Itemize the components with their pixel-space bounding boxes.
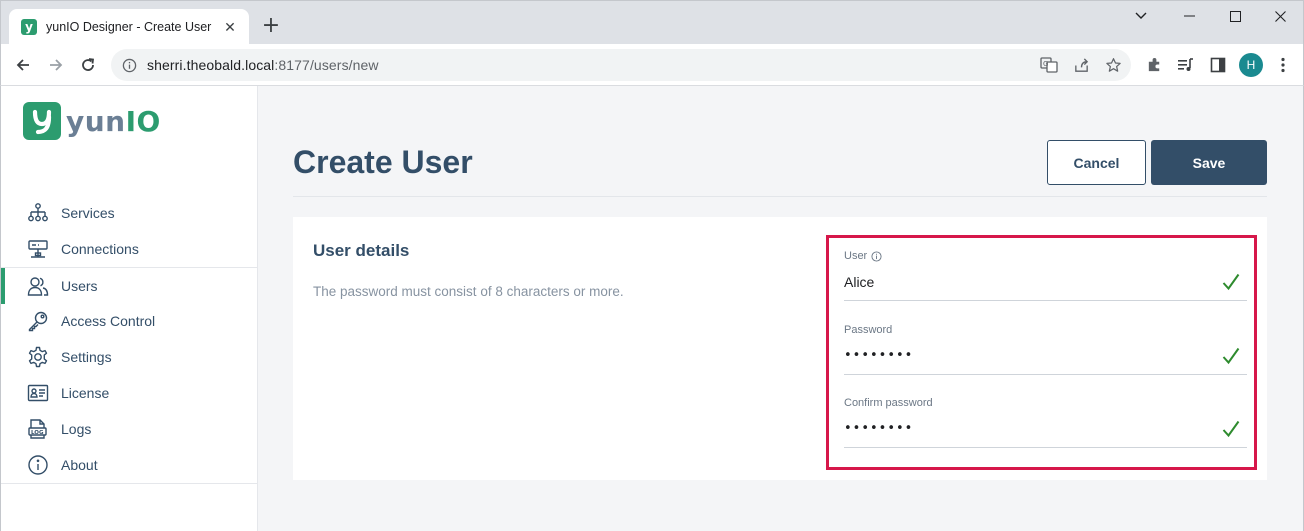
password-field[interactable]: Password •••••••• xyxy=(844,324,1247,375)
sidebar-item-label: Logs xyxy=(61,421,92,437)
password-input-underline xyxy=(844,374,1247,375)
info-icon[interactable] xyxy=(871,250,882,262)
main-content: Create User Cancel Save User details The… xyxy=(258,86,1304,531)
arrow-left-icon xyxy=(16,59,29,71)
confirm-password-field-label: Confirm password xyxy=(844,397,933,409)
new-tab-button[interactable]: + xyxy=(259,13,283,38)
minimize-button[interactable] xyxy=(1166,1,1212,31)
sidebar-item-logs[interactable]: LOG Logs xyxy=(1,411,258,447)
forward-button[interactable] xyxy=(42,51,70,79)
confirm-password-input[interactable]: •••••••• xyxy=(844,421,1247,439)
svg-text:LOG: LOG xyxy=(31,430,44,436)
sidebar-item-settings[interactable]: Settings xyxy=(1,339,258,375)
url-host: sherri.theobald.local xyxy=(147,57,275,73)
title-divider xyxy=(293,196,1267,197)
sidebar: yunIO Services Connections Users Access … xyxy=(0,86,258,531)
sidebar-item-label: License xyxy=(61,385,110,401)
media-controls-icon[interactable] xyxy=(1176,55,1196,75)
users-icon xyxy=(27,275,49,297)
user-field-label: User xyxy=(844,250,1247,262)
arrow-right-icon xyxy=(50,59,63,71)
user-details-card: User details The password must consist o… xyxy=(293,217,1267,480)
sidebar-item-connections[interactable]: Connections xyxy=(1,231,258,267)
chevron-down-icon xyxy=(1135,12,1147,19)
translate-icon[interactable]: G xyxy=(1039,55,1059,75)
yunio-logo-mark-icon xyxy=(23,102,61,140)
gear-icon xyxy=(27,346,49,368)
save-button[interactable]: Save xyxy=(1151,140,1267,185)
svg-text:G: G xyxy=(1043,60,1048,68)
address-bar[interactable]: sherri.theobald.local:8177/users/new G xyxy=(111,49,1131,81)
sidebar-item-users[interactable]: Users xyxy=(1,267,258,304)
extensions-puzzle-icon[interactable] xyxy=(1144,55,1164,75)
confirm-password-field[interactable]: Confirm password •••••••• xyxy=(844,397,1247,448)
sidebar-item-license[interactable]: License xyxy=(1,375,258,411)
tab-close-icon[interactable]: ✕ xyxy=(221,18,239,36)
connections-icon xyxy=(27,238,49,260)
sidebar-item-about[interactable]: About xyxy=(1,447,258,483)
license-icon xyxy=(27,382,49,404)
info-icon xyxy=(27,454,49,476)
key-icon xyxy=(27,310,49,332)
user-field[interactable]: User Alice xyxy=(844,250,1247,301)
sidebar-divider xyxy=(1,483,258,484)
sidebar-item-label: Services xyxy=(61,205,115,221)
sidebar-item-services[interactable]: Services xyxy=(1,195,258,231)
close-icon xyxy=(1274,10,1286,22)
page-title: Create User xyxy=(293,144,473,180)
profile-avatar[interactable]: H xyxy=(1239,53,1263,77)
checkmark-icon xyxy=(1222,273,1240,291)
url-text: sherri.theobald.local:8177/users/new xyxy=(147,57,379,73)
browser-menu-icon[interactable] xyxy=(1273,55,1293,75)
user-input[interactable]: Alice xyxy=(844,274,1247,292)
user-input-underline xyxy=(844,300,1247,301)
services-icon xyxy=(27,202,49,224)
tab-title: yunIO Designer - Create User xyxy=(46,20,212,34)
confirm-password-input-underline xyxy=(844,447,1247,448)
card-heading: User details xyxy=(313,241,410,260)
yunio-favicon-icon: y xyxy=(21,19,37,35)
side-panel-icon[interactable] xyxy=(1208,55,1228,75)
sidebar-item-access-control[interactable]: Access Control xyxy=(1,303,258,339)
back-button[interactable] xyxy=(9,51,37,79)
tab-search-button[interactable] xyxy=(1118,1,1164,31)
maximize-button[interactable] xyxy=(1212,1,1258,31)
logs-icon: LOG xyxy=(27,418,49,440)
logo-text-b: IO xyxy=(125,104,161,138)
card-description: The password must consist of 8 character… xyxy=(313,284,624,299)
reload-icon xyxy=(82,58,95,71)
sidebar-item-label: Access Control xyxy=(61,313,156,329)
share-icon[interactable] xyxy=(1071,55,1091,75)
minimize-icon xyxy=(1183,15,1195,17)
checkmark-icon xyxy=(1222,420,1240,438)
bookmark-star-icon[interactable] xyxy=(1103,55,1123,75)
reload-button[interactable] xyxy=(74,51,102,79)
browser-toolbar: sherri.theobald.local:8177/users/new G H xyxy=(0,44,1304,86)
sidebar-item-label: About xyxy=(61,457,98,473)
close-window-button[interactable] xyxy=(1257,1,1303,31)
browser-tab[interactable]: y yunIO Designer - Create User ✕ xyxy=(9,9,249,45)
checkmark-icon xyxy=(1222,347,1240,365)
cancel-button[interactable]: Cancel xyxy=(1047,140,1146,185)
sidebar-item-label: Connections xyxy=(61,241,139,257)
site-info-icon[interactable] xyxy=(121,57,137,73)
browser-tab-strip: y yunIO Designer - Create User ✕ + xyxy=(0,0,1304,45)
sidebar-item-label: Settings xyxy=(61,349,112,365)
maximize-icon xyxy=(1229,10,1241,22)
password-input[interactable]: •••••••• xyxy=(844,348,1247,366)
sidebar-item-label: Users xyxy=(61,277,98,294)
logo-text: yunIO xyxy=(66,105,161,138)
password-field-label: Password xyxy=(844,324,893,336)
yunio-logo[interactable]: yunIO xyxy=(23,102,161,140)
sidebar-nav: Services Connections Users Access Contro… xyxy=(1,195,258,483)
user-label-text: User xyxy=(844,250,868,262)
logo-text-a: yun xyxy=(66,104,126,138)
url-path: :8177/users/new xyxy=(274,57,379,73)
